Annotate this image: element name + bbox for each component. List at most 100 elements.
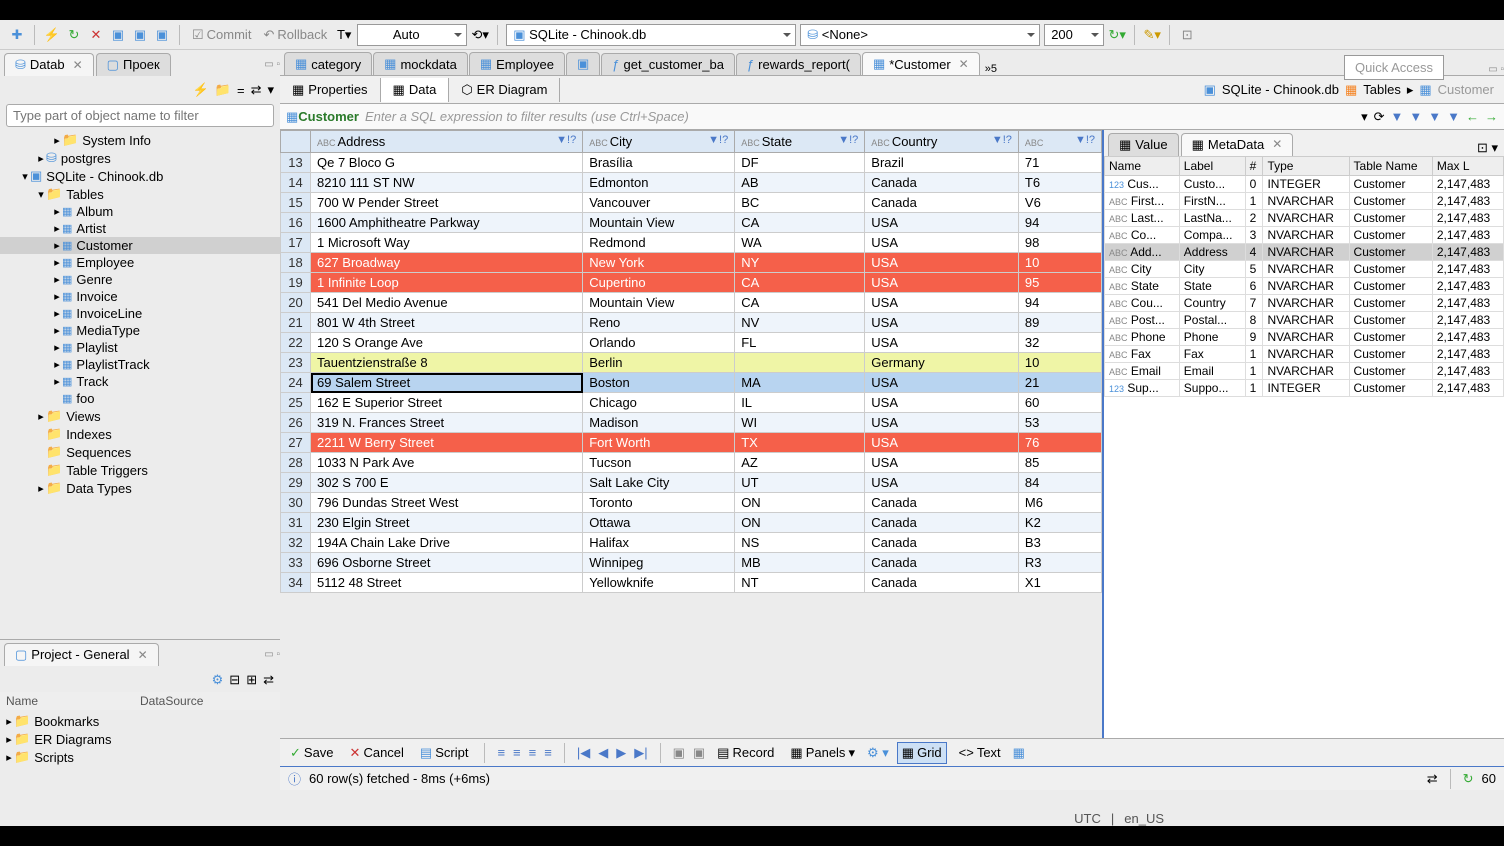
database-navigator-tab[interactable]: ⛁Datab✕ [4,53,94,76]
filter-icon[interactable]: ▼ [1447,109,1460,125]
table-row[interactable]: 15700 W Pender StreetVancouverBCCanadaV6 [281,193,1102,213]
meta-column[interactable]: Type [1263,157,1349,176]
meta-row[interactable]: ABC StateState6NVARCHARCustomer2,147,483 [1105,278,1504,295]
editor-tab[interactable]: ▣ [566,52,600,75]
editor-tab[interactable]: ▦category [284,52,372,75]
meta-column[interactable]: Table Name [1349,157,1432,176]
meta-row[interactable]: ABC First...FirstN...1NVARCHARCustomer2,… [1105,193,1504,210]
editor-tab[interactable]: ▦mockdata [373,52,468,75]
menu-icon[interactable]: ▾ [267,82,274,98]
edit-icon[interactable]: ✎▾ [1143,26,1161,44]
table-row[interactable]: 191 Infinite LoopCupertinoCAUSA95 [281,273,1102,293]
column-header[interactable]: ABCAddress▼!? [311,131,583,153]
gear-icon[interactable]: ⚙ [212,672,224,688]
del-icon[interactable]: ▣ [693,745,705,761]
table-row[interactable]: 29302 S 700 ESalt Lake CityUTUSA84 [281,473,1102,493]
next-icon[interactable]: ▶ [616,745,626,761]
column-header[interactable]: ABCCity▼!? [583,131,735,153]
tree-item-genre[interactable]: ▸▦Genre [0,271,280,288]
meta-column[interactable]: Max L [1432,157,1503,176]
column-header[interactable]: ABC▼!? [1018,131,1101,153]
value-tab[interactable]: ▦ Value [1108,133,1179,156]
refresh-icon[interactable]: ↻ [65,26,83,44]
filter-expression-input[interactable]: Enter a SQL expression to filter results… [365,109,689,124]
filter-icon[interactable]: ▼ [1409,109,1422,125]
meta-row[interactable]: ABC Last...LastNa...2NVARCHARCustomer2,1… [1105,210,1504,227]
meta-column[interactable]: Name [1105,157,1180,176]
table-row[interactable]: 22120 S Orange AveOrlandoFLUSA32 [281,333,1102,353]
nav-back-icon[interactable]: ← [1466,109,1479,125]
meta-row[interactable]: ABC Add...Address4NVARCHARCustomer2,147,… [1105,244,1504,261]
table-row[interactable]: 2469 Salem StreetBostonMAUSA21 [281,373,1102,393]
table-row[interactable]: 26319 N. Frances StreetMadisonWIUSA53 [281,413,1102,433]
meta-row[interactable]: ABC EmailEmail1NVARCHARCustomer2,147,483 [1105,363,1504,380]
export-icon[interactable]: ▦ [1013,745,1025,761]
tree-item-views[interactable]: ▸📁Views [0,407,280,425]
close-icon[interactable]: ✕ [138,648,148,662]
tree-item-foo[interactable]: ▦foo [0,390,280,407]
projects-tab[interactable]: ▢Проек [96,53,171,76]
tree-item-table-triggers[interactable]: 📁Table Triggers [0,461,280,479]
nav-fwd-icon[interactable]: → [1485,109,1498,125]
minimize-icon[interactable]: ▭ ▫ [1488,64,1504,75]
add-icon[interactable]: ▣ [673,745,685,761]
tree-item-data-types[interactable]: ▸📁Data Types [0,479,280,497]
meta-row[interactable]: ABC Cou...Country7NVARCHARCustomer2,147,… [1105,295,1504,312]
tree-item-invoice[interactable]: ▸▦Invoice [0,288,280,305]
tree-item-artist[interactable]: ▸▦Artist [0,220,280,237]
column-header[interactable]: ABCState▼!? [735,131,865,153]
quick-access-input[interactable]: Quick Access [1344,55,1444,80]
tree-item-employee[interactable]: ▸▦Employee [0,254,280,271]
record-button[interactable]: ▤Record [713,743,778,763]
table-row[interactable]: 18627 BroadwayNew YorkNYUSA10 [281,253,1102,273]
filter-icon[interactable]: ▼ [1391,109,1404,125]
meta-column[interactable]: Label [1179,157,1245,176]
metadata-tab[interactable]: ▦ MetaData ✕ [1181,133,1294,156]
tree-item-tables[interactable]: ▾📁Tables [0,185,280,203]
tx-mode-combo[interactable]: Auto [357,24,467,46]
align-icon[interactable]: ≡ [529,745,537,760]
align-icon[interactable]: ≡ [497,745,505,760]
align-icon[interactable]: ≡ [544,745,552,760]
project-general-tab[interactable]: ▢Project - General✕ [4,643,159,666]
column-header[interactable]: ABCCountry▼!? [865,131,1019,153]
tree-item-track[interactable]: ▸▦Track [0,373,280,390]
meta-column[interactable]: # [1245,157,1263,176]
history-icon[interactable]: ⟲▾ [471,26,489,44]
editor-tab[interactable]: ƒget_customer_ba [601,53,735,75]
project-item[interactable]: ▸📁Scripts [0,748,280,766]
meta-row[interactable]: 123 Sup...Suppo...1INTEGERCustomer2,147,… [1105,380,1504,397]
table-row[interactable]: 30796 Dundas Street WestTorontoONCanadaM… [281,493,1102,513]
table-row[interactable]: 23Tauentzienstraße 8BerlinGermany10 [281,353,1102,373]
meta-row[interactable]: ABC FaxFax1NVARCHARCustomer2,147,483 [1105,346,1504,363]
data-tab[interactable]: ▦ Data [381,78,450,102]
folder-icon[interactable]: 📁 [215,82,231,98]
tx-icon[interactable]: T▾ [335,26,353,44]
database-tree[interactable]: ▸📁System Info▸⛁postgres▾▣SQLite - Chinoo… [0,129,280,639]
plug-icon[interactable]: ⚡ [43,26,61,44]
table-row[interactable]: 33696 Osborne StreetWinnipegMBCanadaR3 [281,553,1102,573]
filter-icon[interactable]: ▼ [1428,109,1441,125]
tab-overflow[interactable]: »5 [985,63,997,75]
align-icon[interactable]: ≡ [513,745,521,760]
grid-button[interactable]: ▦Grid [897,742,947,764]
tree-item-indexes[interactable]: 📁Indexes [0,425,280,443]
minimize-icon[interactable]: ▭ ▫ [264,649,280,660]
table-row[interactable]: 171 Microsoft WayRedmondWAUSA98 [281,233,1102,253]
tree-item-sequences[interactable]: 📁Sequences [0,443,280,461]
table-row[interactable]: 21801 W 4th StreetRenoNVUSA89 [281,313,1102,333]
gear-icon[interactable]: ⚙ ▾ [867,745,889,761]
minimize-icon[interactable]: ▭ ▫ [264,59,280,70]
editor-tab[interactable]: ▦Employee [469,52,565,75]
tree-item-mediatype[interactable]: ▸▦MediaType [0,322,280,339]
table-row[interactable]: 272211 W Berry StreetFort WorthTXUSA76 [281,433,1102,453]
chevron-down-icon[interactable]: ▾ [1361,109,1368,125]
er-diagram-tab[interactable]: ⬡ ER Diagram [449,78,560,102]
link-icon[interactable]: ⇄ [251,82,262,98]
project-item[interactable]: ▸📁ER Diagrams [0,730,280,748]
expand-icon[interactable]: ⊞ [246,672,257,688]
table-row[interactable]: 281033 N Park AveTucsonAZUSA85 [281,453,1102,473]
table-row[interactable]: 13Qe 7 Bloco GBrasíliaDFBrazil71 [281,153,1102,173]
menu-icon[interactable]: ⊡ ▾ [1471,140,1504,156]
table-row[interactable]: 345112 48 StreetYellowknifeNTCanadaX1 [281,573,1102,593]
